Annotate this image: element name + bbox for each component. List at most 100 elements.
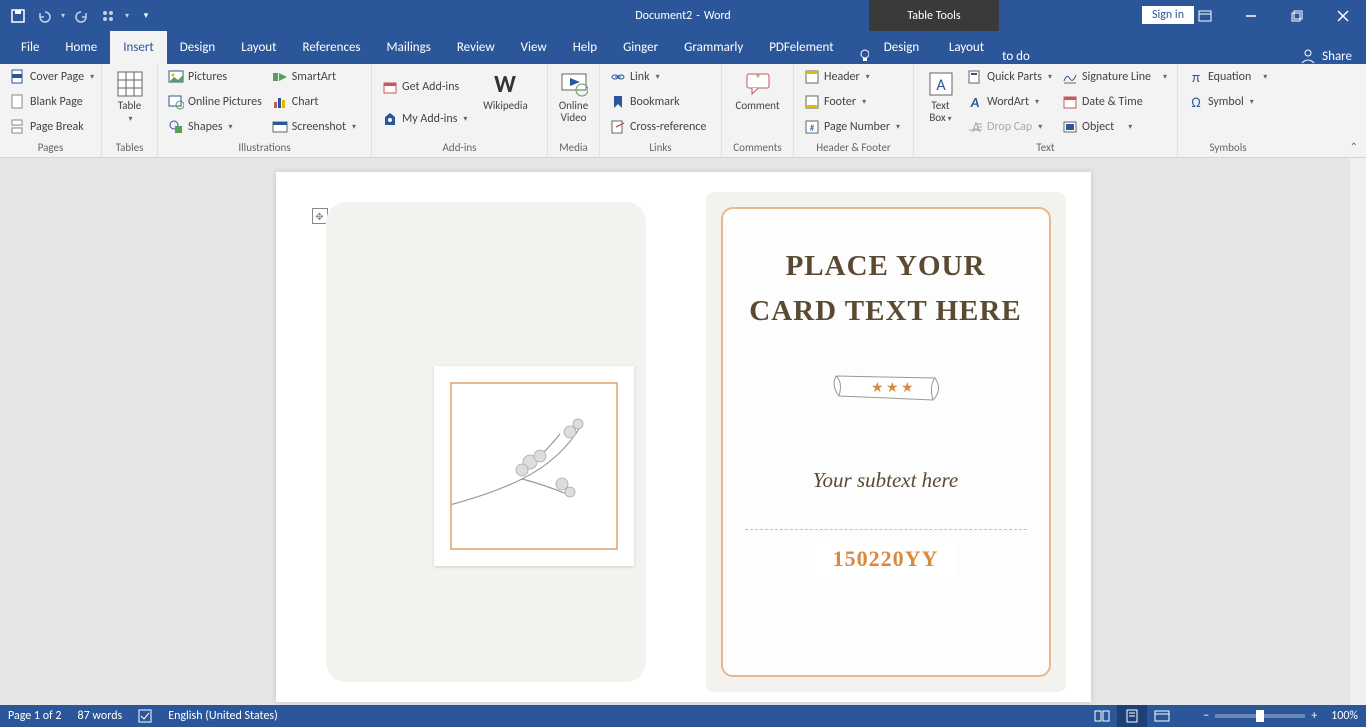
tab-ginger[interactable]: Ginger — [610, 31, 671, 64]
page-indicator[interactable]: Page 1 of 2 — [8, 709, 62, 723]
card-subtext[interactable]: Your subtext here — [813, 468, 958, 493]
window-title: Document2 - Word — [635, 9, 730, 23]
symbol-button[interactable]: ΩSymbol▾ — [1186, 91, 1269, 113]
touch-mode-icon[interactable] — [96, 4, 120, 28]
card-title[interactable]: PLACE YOUR CARD TEXT HERE — [745, 244, 1027, 334]
quick-access-toolbar: ▾ ▾ ▾ — [0, 0, 164, 31]
quick-parts-button[interactable]: Quick Parts▾ — [965, 66, 1054, 88]
page-break-button[interactable]: Page Break — [8, 116, 96, 138]
drop-cap-icon: A — [967, 119, 983, 135]
tab-grammarly[interactable]: Grammarly — [671, 31, 756, 64]
person-icon — [1300, 48, 1316, 64]
blank-page-button[interactable]: Blank Page — [8, 91, 96, 113]
zoom-in-button[interactable]: + — [1311, 709, 1317, 723]
svg-text:A: A — [936, 76, 946, 95]
date-time-button[interactable]: Date & Time — [1060, 91, 1169, 113]
text-box-icon: A — [927, 70, 955, 98]
image-frame[interactable] — [434, 366, 634, 566]
tab-references[interactable]: References — [290, 31, 374, 64]
view-buttons — [1087, 705, 1177, 727]
smartart-icon — [272, 69, 288, 85]
page-number-icon: # — [804, 119, 820, 135]
spellcheck-icon[interactable] — [138, 709, 152, 723]
group-links: Link▾ Bookmark Cross-reference Links — [600, 64, 722, 157]
share-button[interactable]: Share — [1300, 48, 1352, 64]
cross-reference-button[interactable]: Cross-reference — [608, 116, 708, 138]
image-frame-inner — [450, 382, 618, 550]
group-addins: Get Add-ins My Add-ins▾ W Wikipedia Add-… — [372, 64, 548, 157]
document-area[interactable]: ✥ — [0, 158, 1366, 705]
tab-help[interactable]: Help — [560, 31, 610, 64]
redo-icon[interactable] — [70, 4, 94, 28]
svg-text:W: W — [495, 70, 517, 98]
blank-page-icon — [10, 94, 26, 110]
qat-customize-icon[interactable]: ▾ — [134, 4, 158, 28]
save-icon[interactable] — [6, 4, 30, 28]
zoom-slider[interactable] — [1215, 714, 1305, 718]
drop-cap-button[interactable]: ADrop Cap▾ — [965, 116, 1054, 138]
maximize-icon[interactable] — [1274, 0, 1320, 31]
group-tables: Table▾ Tables — [102, 64, 158, 157]
wikipedia-button[interactable]: W Wikipedia — [475, 66, 535, 139]
web-layout-icon[interactable] — [1147, 705, 1177, 727]
zoom-out-button[interactable]: − — [1203, 709, 1209, 723]
minimize-icon[interactable] — [1228, 0, 1274, 31]
zoom-level[interactable]: 100% — [1331, 709, 1358, 723]
my-addins-button[interactable]: My Add-ins▾ — [380, 108, 469, 130]
pictures-button[interactable]: Pictures — [166, 66, 264, 88]
comment-button[interactable]: + Comment — [730, 66, 785, 139]
close-icon[interactable] — [1320, 0, 1366, 31]
undo-more-icon[interactable]: ▾ — [58, 4, 68, 28]
card-code[interactable]: 150220YY — [815, 542, 957, 576]
undo-icon[interactable] — [32, 4, 56, 28]
tab-home[interactable]: Home — [52, 31, 110, 64]
signature-icon — [1062, 69, 1078, 85]
chart-button[interactable]: Chart — [270, 91, 358, 113]
link-button[interactable]: Link▾ — [608, 66, 708, 88]
group-illustrations: Pictures Online Pictures Shapes▾ SmartAr… — [158, 64, 372, 157]
signature-line-button[interactable]: Signature Line▾ — [1060, 66, 1169, 88]
symbol-icon: Ω — [1188, 94, 1204, 110]
tab-layout[interactable]: Layout — [228, 31, 289, 64]
get-addins-button[interactable]: Get Add-ins — [380, 76, 469, 98]
tab-design[interactable]: Design — [167, 31, 228, 64]
table-button[interactable]: Table▾ — [110, 66, 149, 139]
screenshot-button[interactable]: Screenshot▾ — [270, 116, 358, 138]
object-button[interactable]: Object▾ — [1060, 116, 1169, 138]
wordart-button[interactable]: AWordArt▾ — [965, 91, 1054, 113]
tab-file[interactable]: File — [8, 31, 52, 64]
zoom-controls: − + 100% — [1203, 709, 1358, 723]
page[interactable]: ✥ — [276, 172, 1091, 702]
footer-button[interactable]: Footer▾ — [802, 91, 902, 113]
header-button[interactable]: Header▾ — [802, 66, 902, 88]
cover-page-button[interactable]: Cover Page▾ — [8, 66, 96, 88]
tab-pdfelement[interactable]: PDFelement — [756, 31, 846, 64]
page-number-button[interactable]: #Page Number▾ — [802, 116, 902, 138]
tab-mailings[interactable]: Mailings — [374, 31, 444, 64]
word-count[interactable]: 87 words — [78, 709, 123, 723]
equation-button[interactable]: πEquation▾ — [1186, 66, 1269, 88]
language-indicator[interactable]: English (United States) — [168, 709, 278, 723]
comment-icon: + — [744, 70, 772, 98]
smartart-button[interactable]: SmartArt — [270, 66, 358, 88]
print-layout-icon[interactable] — [1117, 705, 1147, 727]
collapse-ribbon-icon[interactable]: ⌃ — [1350, 140, 1358, 153]
tab-review[interactable]: Review — [444, 31, 508, 64]
online-video-button[interactable]: Online Video — [556, 66, 591, 139]
text-box-button[interactable]: A Text Box▾ — [922, 66, 959, 139]
shapes-button[interactable]: Shapes▾ — [166, 116, 264, 138]
card-left-panel[interactable] — [326, 202, 646, 682]
card-right-panel[interactable]: PLACE YOUR CARD TEXT HERE ★ ★ ★ Your sub… — [706, 192, 1066, 692]
vertical-scrollbar[interactable] — [1350, 158, 1366, 705]
tab-insert[interactable]: Insert — [110, 31, 167, 64]
subtab-design[interactable]: Design — [869, 31, 934, 64]
subtab-layout[interactable]: Layout — [934, 31, 999, 64]
touch-more-icon[interactable]: ▾ — [122, 4, 132, 28]
ribbon-display-icon[interactable] — [1182, 0, 1228, 31]
read-mode-icon[interactable] — [1087, 705, 1117, 727]
ribbon: Cover Page▾ Blank Page Page Break Pages … — [0, 64, 1366, 158]
quick-parts-icon — [967, 69, 983, 85]
tab-view[interactable]: View — [508, 31, 560, 64]
bookmark-button[interactable]: Bookmark — [608, 91, 708, 113]
online-pictures-button[interactable]: Online Pictures — [166, 91, 264, 113]
